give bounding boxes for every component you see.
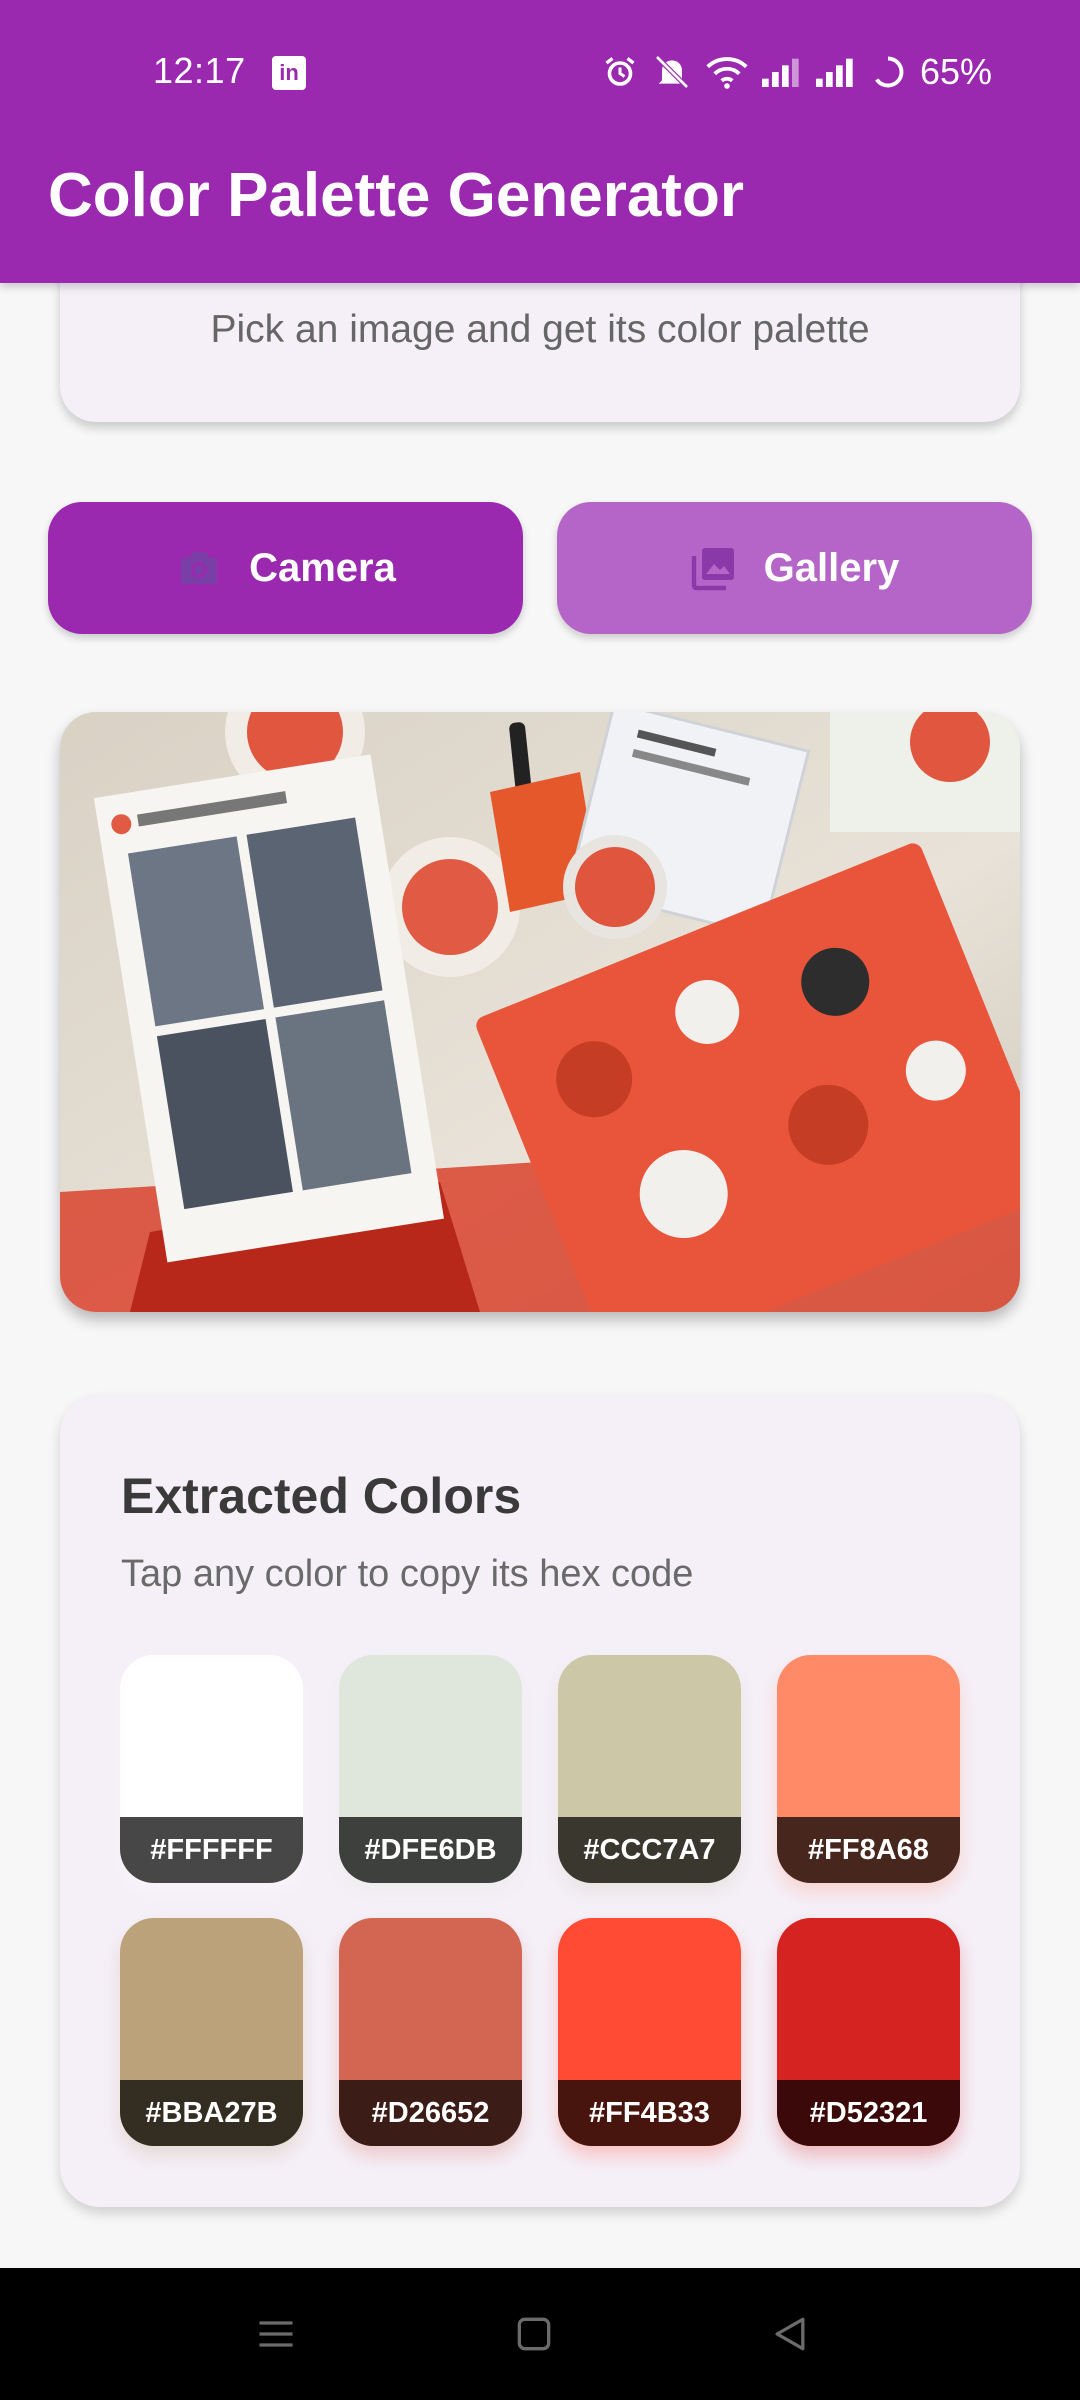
status-icons: 65%: [602, 50, 992, 94]
color-hex-label: #D26652: [339, 2080, 522, 2146]
page-title: Color Palette Generator: [48, 161, 744, 230]
linkedin-icon: in: [272, 56, 306, 90]
color-swatch[interactable]: #BBA27B: [120, 1918, 303, 2146]
camera-label: Camera: [249, 545, 396, 590]
status-time: 12:17: [153, 50, 246, 91]
gallery-button[interactable]: Gallery: [557, 502, 1032, 634]
color-swatch[interactable]: #D52321: [777, 1918, 960, 2146]
color-swatch[interactable]: #FF4B33: [558, 1918, 741, 2146]
intro-description: Pick an image and get its color palette: [210, 308, 870, 351]
color-hex-label: #CCC7A7: [558, 1817, 741, 1883]
selected-image: [60, 712, 1020, 1312]
color-hex-label: #DFE6DB: [339, 1817, 522, 1883]
camera-icon: [181, 552, 218, 584]
palette-card: Extracted Colors Tap any color to copy i…: [60, 1395, 1020, 2207]
color-swatch[interactable]: #CCC7A7: [558, 1655, 741, 1883]
color-hex-label: #FF8A68: [777, 1817, 960, 1883]
color-swatch[interactable]: #FFFFFF: [120, 1655, 303, 1883]
photo-illustration: [60, 712, 1020, 1312]
camera-button[interactable]: Camera: [48, 502, 523, 634]
color-hex-label: #BBA27B: [120, 2080, 303, 2146]
signal-icon: [761, 58, 799, 87]
gallery-label: Gallery: [763, 545, 900, 590]
color-hex-label: #D52321: [777, 2080, 960, 2146]
color-swatch[interactable]: #FF8A68: [777, 1655, 960, 1883]
wifi-icon: [706, 57, 748, 89]
palette-title: Extracted Colors: [121, 1468, 522, 1524]
signal-icon: [815, 58, 853, 87]
gallery-icon: [691, 548, 734, 591]
battery-percent: 65%: [919, 51, 992, 92]
color-swatch[interactable]: #D26652: [339, 1918, 522, 2146]
color-swatch[interactable]: #DFE6DB: [339, 1655, 522, 1883]
mute-icon: [655, 55, 689, 89]
app-bar: 12:17 in 65% Color Palette Generator: [0, 0, 1080, 283]
home-icon[interactable]: [512, 2312, 556, 2356]
system-nav-bar: [0, 2268, 1080, 2400]
palette-subtitle: Tap any color to copy its hex code: [121, 1553, 694, 1595]
color-hex-label: #FF4B33: [558, 2080, 741, 2146]
color-hex-label: #FFFFFF: [120, 1817, 303, 1883]
back-icon[interactable]: [768, 2312, 812, 2356]
menu-icon[interactable]: [254, 2312, 298, 2356]
alarm-icon: [605, 57, 635, 86]
battery-icon: [872, 56, 904, 88]
